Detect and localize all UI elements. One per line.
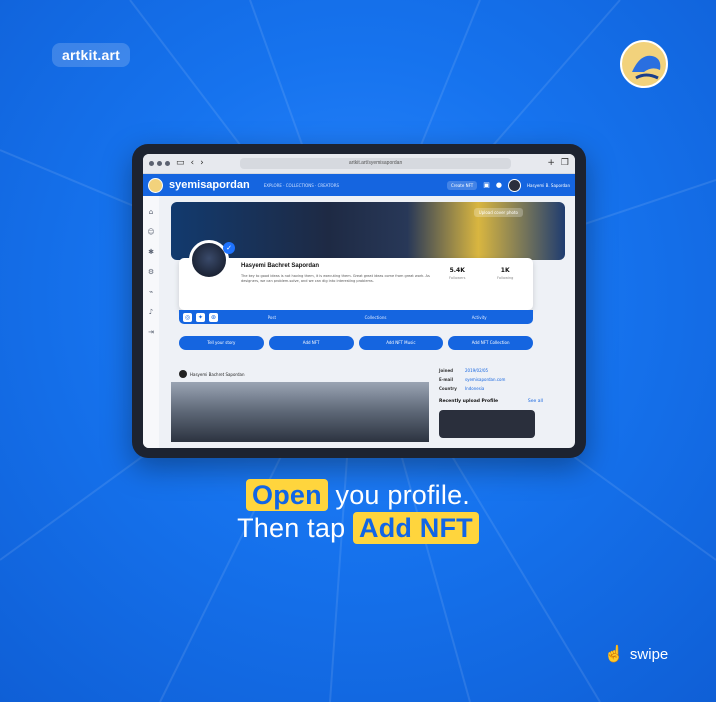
recent-uploads-title: Recently upload Profile <box>439 399 499 404</box>
stat-label: Followers <box>449 276 466 280</box>
see-all-link[interactable]: See all <box>528 399 543 404</box>
stat-label: Following <box>497 276 514 280</box>
bell-icon[interactable]: ♪ <box>149 308 153 316</box>
info-key: Country <box>439 386 457 391</box>
tablet-mockup: ▭ ‹ › artkit.art/syemisapordan + ❐ syemi… <box>132 144 586 458</box>
dribbble-icon[interactable]: ⊛ <box>209 312 218 322</box>
profile-tabs: ◎ ✦ ⊛ Post Collections Activity <box>179 310 533 324</box>
info-row: Joined 2019/02/05 <box>439 368 543 373</box>
user-avatar[interactable] <box>507 178 521 192</box>
profile-bio: The key to good ideas is not having them… <box>241 274 430 283</box>
wallet-icon[interactable]: ▣ <box>483 181 490 189</box>
profile-actions: Tell your story Add NFT Add NFT Music Ad… <box>179 336 533 350</box>
tabs-icon[interactable]: ❐ <box>561 159 569 168</box>
back-icon[interactable]: ‹ <box>191 159 195 168</box>
profile-main: Upload cover photo ✓ Hasyemi Bachret Sap… <box>171 202 565 448</box>
tablet-screen: ▭ ‹ › artkit.art/syemisapordan + ❐ syemi… <box>143 154 575 448</box>
tab-activity[interactable]: Activity <box>429 315 529 320</box>
header-nav[interactable]: EXPLORE · COLLECTIONS · CREATORS <box>264 183 339 188</box>
hand-pointer-icon: ☝ <box>604 646 624 663</box>
info-row: Country Indonesia <box>439 386 543 391</box>
forward-icon[interactable]: › <box>200 159 204 168</box>
add-nft-collection-button[interactable]: Add NFT Collection <box>448 336 533 350</box>
profile-card: ✓ Hasyemi Bachret Sapordan The key to go… <box>179 240 533 310</box>
info-value: syemisapordan.com <box>465 377 506 382</box>
stat-following[interactable]: 1K Following <box>497 267 513 280</box>
headline-text-1: you profile. <box>327 480 470 510</box>
headline-line-2: Then tap Add NFT <box>0 512 716 544</box>
headline-text-2: Then tap <box>237 513 353 543</box>
stat-followers[interactable]: 5.4K Followers <box>449 267 465 280</box>
post-image[interactable] <box>171 382 429 442</box>
stat-value: 1K <box>500 267 510 274</box>
user-icon[interactable]: ☺ <box>147 228 154 236</box>
bell-icon[interactable]: ● <box>496 181 502 189</box>
add-nft-music-button[interactable]: Add NFT Music <box>358 336 444 350</box>
headline-highlight-open: Open <box>246 479 328 511</box>
info-key: Joined <box>439 368 454 373</box>
brand-label: artkit.art <box>52 43 131 67</box>
create-nft-button[interactable]: Create NFT <box>447 180 478 190</box>
headline-line-1: Open you profile. <box>0 479 716 511</box>
verified-badge-icon: ✓ <box>223 242 235 254</box>
settings-icon[interactable]: ⚙ <box>148 268 154 276</box>
new-tab-icon[interactable]: + <box>547 159 555 168</box>
profile-info: Joined 2019/02/05 E-mail syemisapordan.c… <box>439 368 543 438</box>
swipe-hint[interactable]: ☝ swipe <box>604 644 668 664</box>
stat-value: 5.4K <box>449 267 465 274</box>
address-bar[interactable]: artkit.art/syemisapordan <box>239 158 512 169</box>
recent-upload-thumbnail[interactable] <box>439 410 535 438</box>
post-header: Hasyemi Bachret Sapordan <box>179 370 245 378</box>
tell-story-button[interactable]: Tell your story <box>179 336 264 350</box>
tab-collections[interactable]: Collections <box>326 315 426 320</box>
twitter-icon[interactable]: ✦ <box>196 312 205 322</box>
headline-highlight-add-nft: Add NFT <box>353 512 479 544</box>
browser-toolbar: ▭ ‹ › artkit.art/syemisapordan + ❐ <box>143 154 575 174</box>
swipe-label: swipe <box>629 645 669 663</box>
post-author-avatar[interactable] <box>179 370 187 378</box>
app-logo-icon[interactable] <box>148 177 163 193</box>
info-key: E-mail <box>439 377 454 382</box>
info-row: E-mail syemisapordan.com <box>439 377 543 382</box>
recent-uploads-header: Recently upload Profile See all <box>439 399 543 404</box>
info-value: 2019/02/05 <box>465 368 489 373</box>
header-user-name[interactable]: Hasyemi B. Sapordan <box>527 183 570 188</box>
window-controls[interactable] <box>149 161 170 166</box>
upload-cover-button[interactable]: Upload cover photo <box>473 208 523 217</box>
home-icon[interactable]: ⌂ <box>149 208 153 216</box>
post-author-name[interactable]: Hasyemi Bachret Sapordan <box>190 372 245 377</box>
chart-icon[interactable]: ⌁ <box>149 288 153 296</box>
app-sidebar: ⌂ ☺ ✱ ⚙ ⌁ ♪ ⇥ <box>143 196 159 448</box>
logout-icon[interactable]: ⇥ <box>148 328 154 336</box>
add-nft-button[interactable]: Add NFT <box>268 336 354 350</box>
app-name[interactable]: syemisapordan <box>169 179 250 191</box>
grid-icon[interactable]: ✱ <box>148 248 154 256</box>
sidebar-toggle-icon[interactable]: ▭ <box>176 159 185 168</box>
tab-post[interactable]: Post <box>222 315 322 320</box>
info-value: Indonesia <box>465 386 485 391</box>
profile-name: Hasyemi Bachret Sapordan <box>241 263 320 269</box>
instagram-icon[interactable]: ◎ <box>183 312 192 322</box>
brand-logo-icon <box>620 40 668 88</box>
app-header: syemisapordan EXPLORE · COLLECTIONS · CR… <box>143 174 575 196</box>
